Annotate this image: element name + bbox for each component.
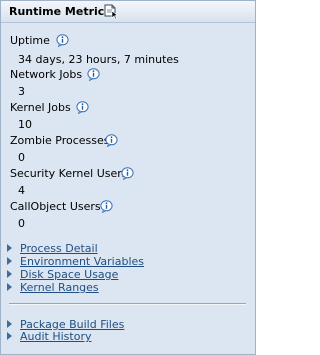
info-icon[interactable] [56, 34, 69, 47]
info-icon[interactable] [100, 200, 113, 213]
metric-label: Uptime [10, 34, 50, 47]
arrow-right-icon [7, 320, 12, 328]
arrow-right-icon [7, 244, 12, 252]
info-icon[interactable] [121, 167, 134, 180]
runtime-metrics-panel: Runtime Metrics Uptime 34 days, 23 hours… [0, 0, 256, 355]
arrow-right-icon [7, 270, 12, 278]
info-icon[interactable] [87, 68, 100, 81]
arrow-right-icon [7, 332, 12, 340]
link-label[interactable]: Audit History [20, 330, 91, 343]
metric-value: 34 days, 23 hours, 7 minutes [18, 53, 179, 66]
metric-label: Zombie Processes [10, 134, 110, 147]
metric-value: 10 [18, 118, 32, 131]
link-label[interactable]: Environment Variables [20, 255, 144, 268]
document-cursor-icon[interactable] [103, 4, 119, 19]
metric-label: Kernel Jobs [10, 101, 71, 114]
metric-label: Security Kernel Users [10, 167, 128, 180]
info-icon[interactable] [76, 101, 89, 114]
metric-value: 4 [18, 184, 25, 197]
metric-value: 0 [18, 151, 25, 164]
metric-value: 3 [18, 85, 25, 98]
info-icon[interactable] [105, 134, 118, 147]
link-label[interactable]: Kernel Ranges [20, 281, 99, 294]
arrow-right-icon [7, 257, 12, 265]
link-label[interactable]: Process Detail [20, 242, 98, 255]
metric-value: 0 [18, 217, 25, 230]
link-label[interactable]: Disk Space Usage [20, 268, 118, 281]
metric-label: CallObject Users [10, 200, 101, 213]
arrow-right-icon [7, 283, 12, 291]
metric-label: Network Jobs [10, 68, 83, 81]
panel-title: Runtime Metrics [9, 5, 111, 18]
panel-header: Runtime Metrics [1, 1, 255, 23]
section-divider [9, 303, 246, 305]
